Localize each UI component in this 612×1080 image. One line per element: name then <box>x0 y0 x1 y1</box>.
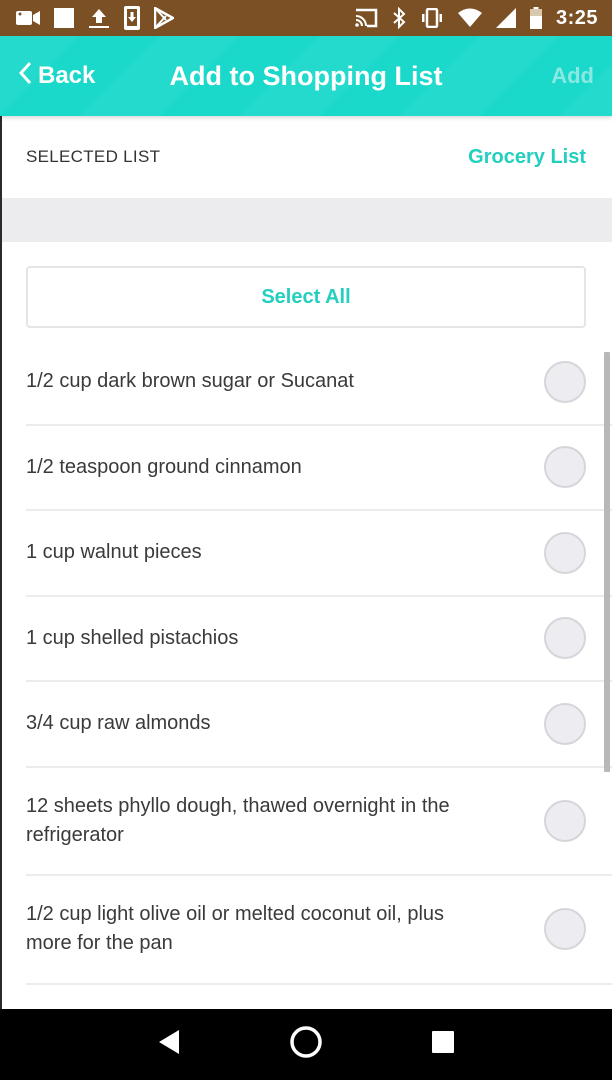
chevron-left-icon <box>18 61 32 92</box>
scrollbar[interactable] <box>604 352 610 772</box>
back-triangle-icon <box>157 1029 181 1060</box>
ingredient-text: 1/2 cup light olive oil or melted coconu… <box>26 903 445 955</box>
select-all-container: Select All <box>2 242 612 328</box>
recents-square-icon <box>432 1031 455 1058</box>
status-bar: 3:25 <box>0 0 612 36</box>
ingredient-text: 1 cup walnut pieces <box>26 541 202 564</box>
nav-back-button[interactable] <box>139 1015 199 1075</box>
status-bar-notifications <box>16 6 174 30</box>
ingredient-text: 3/4 cup raw almonds <box>26 712 211 735</box>
ingredient-item[interactable]: 1/2 cup light olive oil or melted coconu… <box>26 876 612 985</box>
ingredient-list: 1/2 cup dark brown sugar or Sucanat 1/2 … <box>2 340 612 985</box>
home-circle-icon <box>289 1025 323 1064</box>
ingredient-item[interactable]: 1/2 teaspoon ground cinnamon <box>26 426 612 511</box>
content-area: SELECTED LIST Grocery List Select All 1/… <box>0 116 612 1009</box>
section-divider <box>2 198 612 242</box>
play-store-icon <box>154 6 174 30</box>
selected-list-label: SELECTED LIST <box>26 147 161 166</box>
ingredient-item[interactable]: 12 sheets phyllo dough, thawed overnight… <box>26 768 612 876</box>
cellular-signal-icon <box>495 6 516 30</box>
ingredient-radio[interactable] <box>544 617 586 660</box>
ingredient-text: 12 sheets phyllo dough, thawed overnight… <box>26 794 450 846</box>
battery-icon <box>529 6 542 30</box>
wifi-icon <box>457 6 482 30</box>
ingredient-radio[interactable] <box>544 446 586 489</box>
app-bar: Back Add to Shopping List Add <box>0 36 612 116</box>
nav-recents-button[interactable] <box>413 1015 473 1075</box>
ingredient-radio[interactable] <box>544 799 586 842</box>
square-notification-icon <box>54 6 74 30</box>
bluetooth-icon <box>392 6 406 30</box>
ingredient-item[interactable]: 1 cup walnut pieces <box>26 511 612 597</box>
selected-list-row[interactable]: SELECTED LIST Grocery List <box>2 116 612 198</box>
ingredient-radio[interactable] <box>544 360 586 403</box>
download-to-phone-icon <box>124 6 140 30</box>
status-bar-system: 3:25 <box>354 6 598 30</box>
clock: 3:25 <box>555 6 598 29</box>
ingredient-item[interactable]: 1 cup shelled pistachios <box>26 597 612 682</box>
ingredient-radio[interactable] <box>544 531 586 574</box>
ingredient-item[interactable]: 1/2 cup dark brown sugar or Sucanat <box>26 340 612 426</box>
selected-list-value[interactable]: Grocery List <box>468 146 586 169</box>
ingredient-text: 1/2 cup dark brown sugar or Sucanat <box>26 370 354 393</box>
add-button[interactable]: Add <box>551 36 594 116</box>
ingredient-radio[interactable] <box>544 908 586 951</box>
cast-icon <box>354 6 378 30</box>
vibrate-icon <box>420 6 444 30</box>
select-all-button[interactable]: Select All <box>26 266 586 328</box>
upload-icon <box>88 6 110 30</box>
back-button[interactable]: Back <box>18 36 95 116</box>
video-camera-icon <box>16 6 40 30</box>
ingredient-item[interactable]: 3/4 cup raw almonds <box>26 682 612 768</box>
back-label: Back <box>38 62 96 89</box>
system-nav-bar <box>0 1009 612 1080</box>
ingredient-text: 1/2 teaspoon ground cinnamon <box>26 455 302 478</box>
nav-home-button[interactable] <box>276 1015 336 1075</box>
ingredient-radio[interactable] <box>544 702 586 745</box>
ingredient-text: 1 cup shelled pistachios <box>26 626 239 649</box>
